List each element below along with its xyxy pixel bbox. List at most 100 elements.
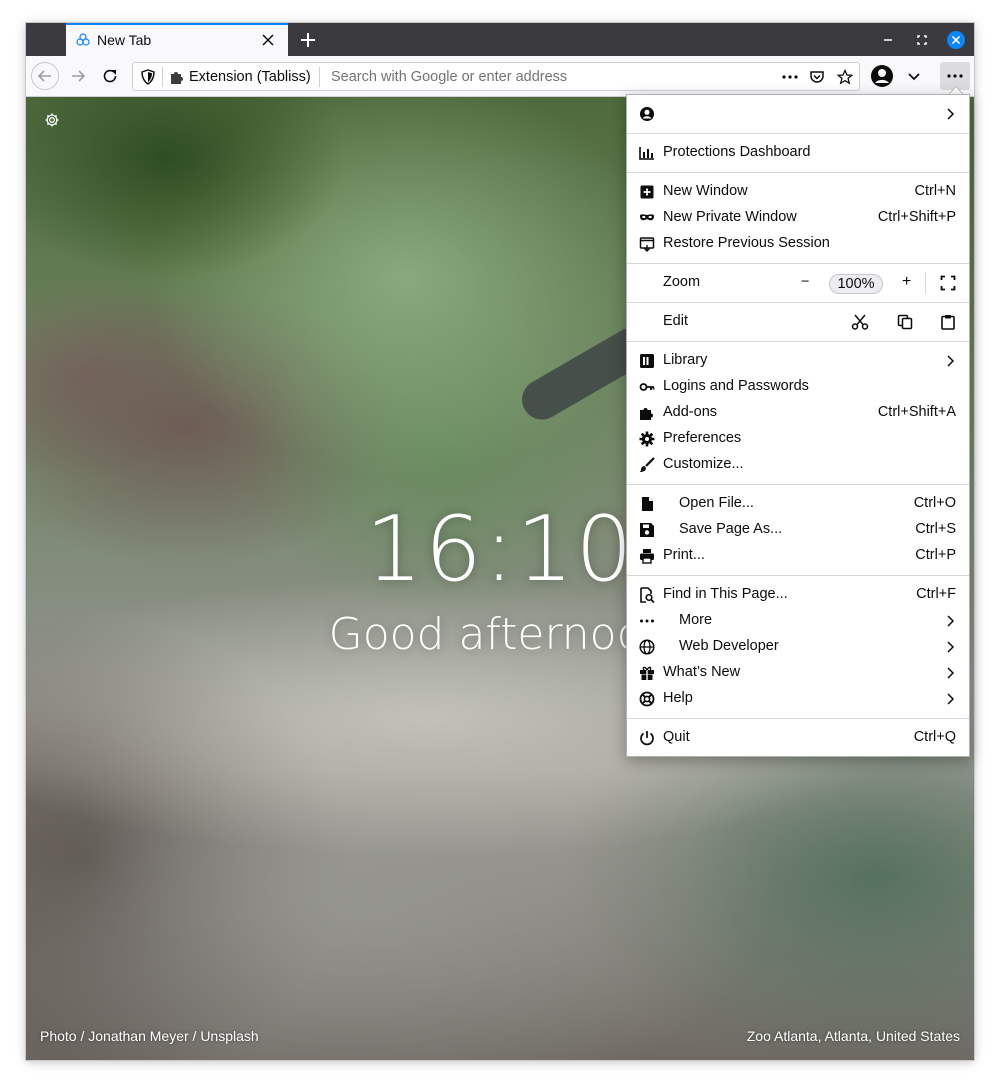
window-close-icon[interactable] — [946, 30, 966, 50]
private-mask-icon — [640, 214, 654, 221]
url-identity-label[interactable]: Extension (Tabliss) — [189, 67, 320, 87]
shortcut-label: Ctrl+S — [915, 521, 956, 537]
library-icon — [640, 354, 654, 368]
menu-separator — [627, 133, 969, 134]
menu-item-more[interactable]: More — [627, 608, 969, 634]
menu-item-find[interactable]: Find in This Page... Ctrl+F — [627, 582, 969, 608]
shortcut-label: Ctrl+P — [915, 547, 956, 563]
cut-icon[interactable] — [851, 314, 869, 330]
logins-label: Logins and Passwords — [663, 378, 809, 394]
menu-item-logins[interactable]: Logins and Passwords — [627, 374, 969, 400]
save-icon — [640, 523, 654, 537]
customize-label: Customize... — [663, 456, 744, 472]
zoom-label: Zoom — [663, 274, 701, 290]
urlbar-divider — [162, 67, 163, 87]
preferences-label: Preferences — [663, 430, 742, 446]
app-menu: Protections Dashboard New Window Ctrl+N … — [626, 94, 970, 757]
fullscreen-icon[interactable] — [940, 275, 956, 291]
find-label: Find in This Page... — [663, 586, 788, 602]
shortcut-label: Ctrl+Q — [913, 729, 956, 745]
photo-location[interactable]: Zoo Atlanta, Atlanta, United States — [747, 1028, 960, 1044]
gear-icon — [639, 431, 655, 447]
web-developer-label: Web Developer — [679, 638, 779, 654]
maximize-icon[interactable] — [912, 30, 932, 50]
shield-icon[interactable] — [140, 69, 156, 85]
address-input[interactable] — [331, 67, 771, 87]
menu-item-library[interactable]: Library — [627, 348, 969, 374]
menu-item-protections[interactable]: Protections Dashboard — [627, 140, 969, 166]
shortcut-label: Ctrl+Shift+A — [877, 404, 956, 420]
addons-label: Add-ons — [663, 404, 718, 420]
menu-separator — [627, 302, 969, 303]
chevron-right-icon — [947, 641, 955, 653]
more-dots-icon — [640, 619, 654, 623]
menu-item-zoom: Zoom − 100% + — [627, 270, 969, 296]
account-icon — [640, 107, 654, 121]
menu-separator — [627, 718, 969, 719]
menu-item-print[interactable]: Print... Ctrl+P — [627, 543, 969, 569]
tab-strip: New Tab — [26, 23, 974, 56]
tab-new-tab[interactable]: New Tab — [66, 23, 288, 56]
copy-icon[interactable] — [897, 314, 913, 330]
menu-item-open-file[interactable]: Open File... Ctrl+O — [627, 491, 969, 517]
paste-icon[interactable] — [940, 314, 956, 330]
close-icon[interactable] — [258, 30, 278, 50]
menu-item-preferences[interactable]: Preferences — [627, 426, 969, 452]
menu-item-help[interactable]: Help — [627, 686, 969, 712]
chevron-down-icon[interactable] — [906, 68, 922, 84]
zoom-out-button[interactable]: − — [801, 274, 809, 290]
tab-title: New Tab — [97, 32, 152, 48]
zoom-reset-button[interactable]: 100% — [829, 274, 883, 294]
more-label: More — [679, 612, 713, 628]
shortcut-label: Ctrl+Shift+P — [877, 209, 956, 225]
menu-item-new-private-window[interactable]: New Private Window Ctrl+Shift+P — [627, 205, 969, 231]
key-icon — [639, 383, 655, 391]
menu-separator — [627, 484, 969, 485]
menu-vertical-separator — [925, 272, 926, 294]
bookmark-star-icon[interactable] — [837, 69, 853, 85]
menu-item-restore-session[interactable]: Restore Previous Session — [627, 231, 969, 257]
back-button[interactable] — [31, 62, 59, 90]
save-page-label: Save Page As... — [679, 521, 783, 537]
restore-session-icon — [639, 237, 655, 252]
whats-new-label: What’s New — [663, 664, 741, 680]
navigation-toolbar: Extension (Tabliss) — [26, 56, 974, 97]
menu-item-web-developer[interactable]: Web Developer — [627, 634, 969, 660]
account-icon[interactable] — [870, 64, 894, 88]
open-file-label: Open File... — [679, 495, 754, 511]
pocket-icon[interactable] — [809, 69, 825, 85]
menu-item-save-page[interactable]: Save Page As... Ctrl+S — [627, 517, 969, 543]
new-private-window-label: New Private Window — [663, 209, 797, 225]
menu-item-customize[interactable]: Customize... — [627, 452, 969, 478]
paintbrush-icon — [640, 457, 655, 472]
page-actions-icon[interactable] — [781, 69, 799, 85]
bar-chart-icon — [639, 147, 654, 160]
new-window-label: New Window — [663, 183, 748, 199]
library-label: Library — [663, 352, 708, 368]
menu-separator — [627, 263, 969, 264]
url-bar[interactable]: Extension (Tabliss) — [132, 62, 860, 91]
edit-label: Edit — [663, 313, 688, 329]
help-lifebuoy-icon — [639, 691, 655, 707]
menu-item-edit: Edit — [627, 309, 969, 335]
reload-icon[interactable] — [102, 68, 118, 84]
chevron-right-icon — [947, 693, 955, 705]
menu-item-addons[interactable]: Add-ons Ctrl+Shift+A — [627, 400, 969, 426]
chevron-right-icon — [947, 355, 955, 367]
puzzle-icon — [640, 408, 653, 420]
menu-separator — [627, 341, 969, 342]
menu-separator — [627, 575, 969, 576]
photo-credit[interactable]: Photo / Jonathan Meyer / Unsplash — [40, 1028, 259, 1044]
minimize-icon[interactable] — [878, 30, 898, 50]
printer-icon — [640, 549, 654, 564]
zoom-in-button[interactable]: + — [902, 273, 911, 291]
menu-item-whats-new[interactable]: What’s New — [627, 660, 969, 686]
menu-item-quit[interactable]: Quit Ctrl+Q — [627, 725, 969, 751]
forward-arrow-icon[interactable] — [70, 68, 86, 84]
chevron-right-icon — [947, 667, 955, 679]
menu-item-account[interactable] — [627, 101, 969, 127]
new-tab-button[interactable] — [296, 28, 320, 52]
settings-gear-icon[interactable] — [44, 112, 60, 128]
new-window-icon — [640, 185, 654, 199]
menu-item-new-window[interactable]: New Window Ctrl+N — [627, 179, 969, 205]
